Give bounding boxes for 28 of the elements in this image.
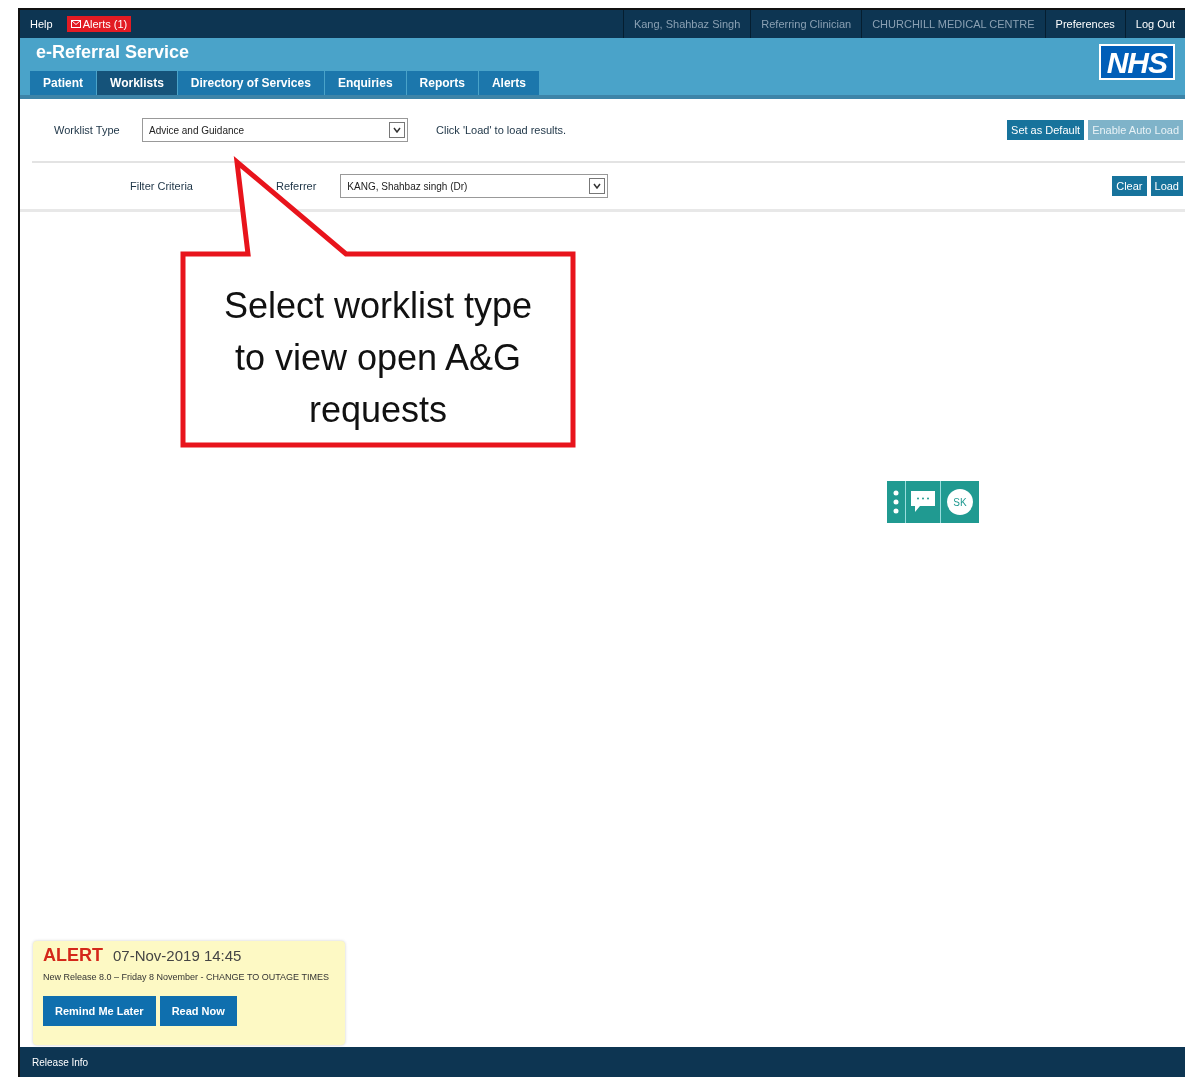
referrer-select[interactable]: KANG, Shahbaz singh (Dr): [340, 174, 609, 198]
alerts-link[interactable]: Alerts (1): [66, 16, 132, 32]
nav-tab[interactable]: Reports: [406, 71, 479, 95]
action-button[interactable]: Load: [1150, 176, 1183, 196]
user-avatar[interactable]: SK: [947, 489, 973, 515]
nav-tab[interactable]: Alerts: [478, 71, 540, 95]
alert-title: ALERT: [43, 945, 103, 966]
action-button[interactable]: Set as Default: [1007, 120, 1085, 140]
release-info-link[interactable]: Release Info: [32, 1056, 89, 1068]
field-label: Referrer: [276, 180, 317, 192]
nav-tab[interactable]: Enquiries: [324, 71, 407, 95]
nav-tab[interactable]: Worklists: [97, 71, 178, 95]
alert-datetime: 07-Nov-2019 14:45: [113, 947, 242, 964]
logo: NHS: [1098, 44, 1175, 80]
callout-text: Select worklist type to view open A&G requests: [222, 284, 534, 432]
alert-button[interactable]: Read Now: [159, 996, 237, 1026]
hint-text: Click 'Load' to load results.: [436, 124, 567, 136]
envelope-icon: [70, 20, 81, 28]
worklist-type-select[interactable]: Advice and Guidance: [142, 118, 408, 142]
nav-tab[interactable]: Directory of Services: [177, 71, 325, 95]
help-link[interactable]: Help: [20, 10, 63, 38]
service-title: e-Referral Service: [35, 41, 191, 63]
alert-button[interactable]: Remind Me Later: [43, 996, 156, 1026]
nav-tab[interactable]: Patient: [30, 71, 97, 95]
action-button[interactable]: Clear: [1112, 176, 1147, 196]
field-label: Worklist Type: [54, 124, 121, 136]
alert-message: New Release 8.0 – Friday 8 November - CHANGE TO OUTAGE TIMES: [43, 972, 330, 982]
section-heading: Filter Criteria: [130, 180, 194, 192]
